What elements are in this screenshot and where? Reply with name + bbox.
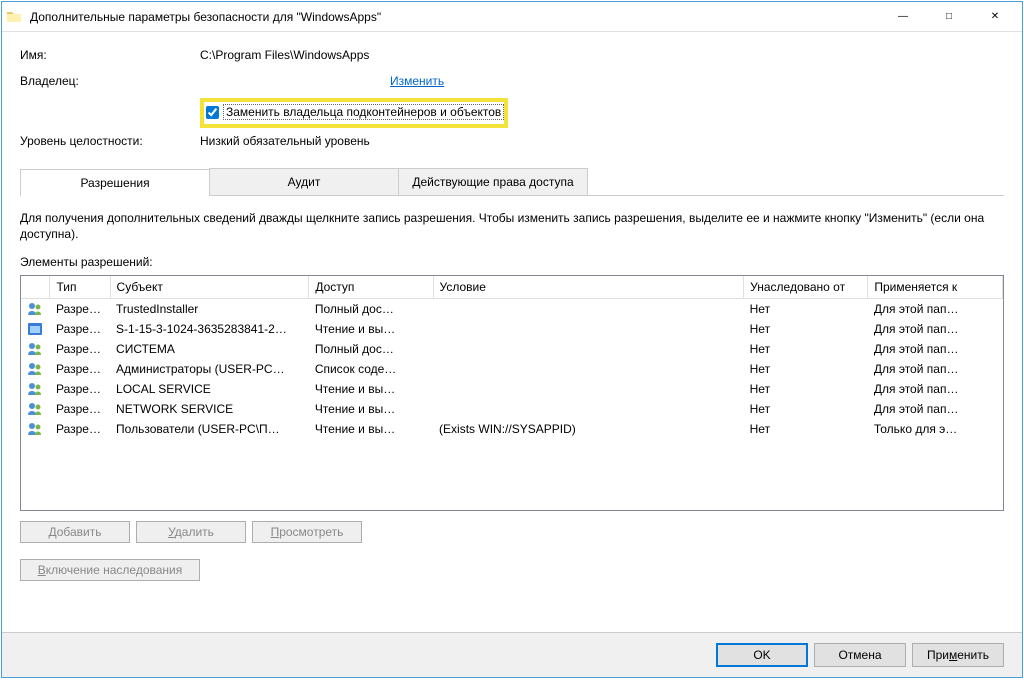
cancel-button[interactable]: Отмена bbox=[814, 643, 906, 667]
minimize-button[interactable]: — bbox=[880, 3, 926, 31]
app-icon bbox=[27, 321, 43, 337]
change-owner-link[interactable]: Изменить bbox=[390, 74, 444, 88]
cell-condition: (Exists WIN://SYSAPPID) bbox=[439, 422, 738, 436]
apply-button[interactable]: Применить bbox=[912, 643, 1004, 667]
users-icon bbox=[27, 421, 43, 437]
security-dialog: Дополнительные параметры безопасности дл… bbox=[1, 1, 1023, 678]
users-icon bbox=[27, 401, 43, 417]
cell-inherited: Нет bbox=[750, 422, 862, 436]
tab-effective[interactable]: Действующие права доступа bbox=[398, 168, 588, 195]
cell-applies: Для этой пап… bbox=[874, 322, 997, 336]
col-header-access[interactable]: Доступ bbox=[309, 276, 433, 299]
permission-entries-label: Элементы разрешений: bbox=[20, 255, 1004, 269]
permission-table[interactable]: Тип Субъект Доступ Условие Унаследовано … bbox=[20, 275, 1004, 511]
col-header-icon[interactable] bbox=[21, 276, 50, 299]
cell-access: Чтение и вы… bbox=[315, 402, 427, 416]
enable-inheritance-button[interactable]: Включение наследования bbox=[20, 559, 200, 581]
cell-applies: Только для э… bbox=[874, 422, 997, 436]
cell-subject: Администраторы (USER-PC… bbox=[116, 362, 303, 376]
ok-button[interactable]: OK bbox=[716, 643, 808, 667]
col-header-applies[interactable]: Применяется к bbox=[868, 276, 1003, 299]
cell-subject: NETWORK SERVICE bbox=[116, 402, 303, 416]
table-row[interactable]: Разре… NETWORK SERVICE Чтение и вы… Нет Для … bbox=[21, 399, 1003, 419]
cell-type: Разре… bbox=[56, 342, 104, 356]
help-text: Для получения дополнительных сведений дв… bbox=[20, 210, 1004, 244]
cell-access: Чтение и вы… bbox=[315, 422, 427, 436]
cell-subject: СИСТЕМА bbox=[116, 342, 303, 356]
col-header-type[interactable]: Тип bbox=[50, 276, 110, 299]
cell-subject: LOCAL SERVICE bbox=[116, 382, 303, 396]
table-row[interactable]: Разре… LOCAL SERVICE Чтение и вы… Нет Для эт… bbox=[21, 379, 1003, 399]
cell-inherited: Нет bbox=[750, 322, 862, 336]
cell-inherited: Нет bbox=[750, 402, 862, 416]
table-header-row: Тип Субъект Доступ Условие Унаследовано … bbox=[21, 276, 1003, 299]
integrity-label: Уровень целостности: bbox=[20, 134, 200, 148]
dialog-buttons: OK Отмена Применить bbox=[2, 632, 1022, 677]
cell-inherited: Нет bbox=[750, 342, 862, 356]
window-title: Дополнительные параметры безопасности дл… bbox=[30, 10, 880, 24]
cell-access: Чтение и вы… bbox=[315, 322, 427, 336]
cell-access: Полный дос… bbox=[315, 342, 427, 356]
cell-type: Разре… bbox=[56, 402, 104, 416]
table-row[interactable]: Разре… Пользователи (USER-PC\П… Чтение и в… bbox=[21, 419, 1003, 439]
cell-applies: Для этой пап… bbox=[874, 342, 997, 356]
add-button[interactable]: Добавить bbox=[20, 521, 130, 543]
replace-owner-label[interactable]: Заменить владельца подконтейнеров и объе… bbox=[223, 104, 504, 120]
cell-type: Разре… bbox=[56, 382, 104, 396]
name-label: Имя: bbox=[20, 48, 200, 62]
table-row[interactable]: Разре… Администраторы (USER-PC… Список сод… bbox=[21, 359, 1003, 379]
table-row[interactable]: Разре… СИСТЕМА Полный дос… Нет Для этой пап… bbox=[21, 339, 1003, 359]
maximize-button[interactable]: □ bbox=[926, 3, 972, 31]
tabs: Разрешения Аудит Действующие права досту… bbox=[20, 168, 1004, 196]
table-row[interactable]: Разре… TrustedInstaller Полный дос… Нет Для … bbox=[21, 299, 1003, 320]
window-controls: — □ ✕ bbox=[880, 3, 1018, 31]
cell-type: Разре… bbox=[56, 322, 104, 336]
cell-applies: Для этой пап… bbox=[874, 382, 997, 396]
integrity-value: Низкий обязательный уровень bbox=[200, 134, 1004, 148]
cell-inherited: Нет bbox=[750, 302, 862, 316]
cell-subject: TrustedInstaller bbox=[116, 302, 303, 316]
cell-subject: Пользователи (USER-PC\П… bbox=[116, 422, 303, 436]
highlight-box: Заменить владельца подконтейнеров и объе… bbox=[200, 98, 508, 128]
tab-audit[interactable]: Аудит bbox=[209, 168, 399, 195]
cell-applies: Для этой пап… bbox=[874, 402, 997, 416]
name-value: C:\Program Files\WindowsApps bbox=[200, 48, 1004, 62]
tab-permissions[interactable]: Разрешения bbox=[20, 169, 210, 196]
remove-button[interactable]: Удалить bbox=[136, 521, 246, 543]
users-icon bbox=[27, 341, 43, 357]
cell-type: Разре… bbox=[56, 422, 104, 436]
permission-buttons: Добавить Удалить Просмотреть bbox=[20, 521, 1004, 543]
cell-inherited: Нет bbox=[750, 382, 862, 396]
replace-owner-checkbox[interactable] bbox=[206, 106, 219, 119]
cell-type: Разре… bbox=[56, 302, 104, 316]
view-button[interactable]: Просмотреть bbox=[252, 521, 362, 543]
cell-inherited: Нет bbox=[750, 362, 862, 376]
col-header-subject[interactable]: Субъект bbox=[110, 276, 309, 299]
col-header-inherited[interactable]: Унаследовано от bbox=[744, 276, 868, 299]
content-area: Имя: C:\Program Files\WindowsApps Владел… bbox=[2, 32, 1022, 591]
owner-label: Владелец: bbox=[20, 74, 200, 88]
users-icon bbox=[27, 301, 43, 317]
cell-access: Чтение и вы… bbox=[315, 382, 427, 396]
close-button[interactable]: ✕ bbox=[972, 3, 1018, 31]
cell-subject: S-1-15-3-1024-3635283841-2… bbox=[116, 322, 303, 336]
cell-applies: Для этой пап… bbox=[874, 362, 997, 376]
titlebar: Дополнительные параметры безопасности дл… bbox=[2, 2, 1022, 32]
cell-access: Полный дос… bbox=[315, 302, 427, 316]
table-row[interactable]: Разре… S-1-15-3-1024-3635283841-2… Чтение … bbox=[21, 319, 1003, 339]
cell-applies: Для этой пап… bbox=[874, 302, 997, 316]
cell-type: Разре… bbox=[56, 362, 104, 376]
cell-access: Список соде… bbox=[315, 362, 427, 376]
folder-icon bbox=[6, 9, 22, 25]
users-icon bbox=[27, 381, 43, 397]
users-icon bbox=[27, 361, 43, 377]
col-header-condition[interactable]: Условие bbox=[433, 276, 744, 299]
